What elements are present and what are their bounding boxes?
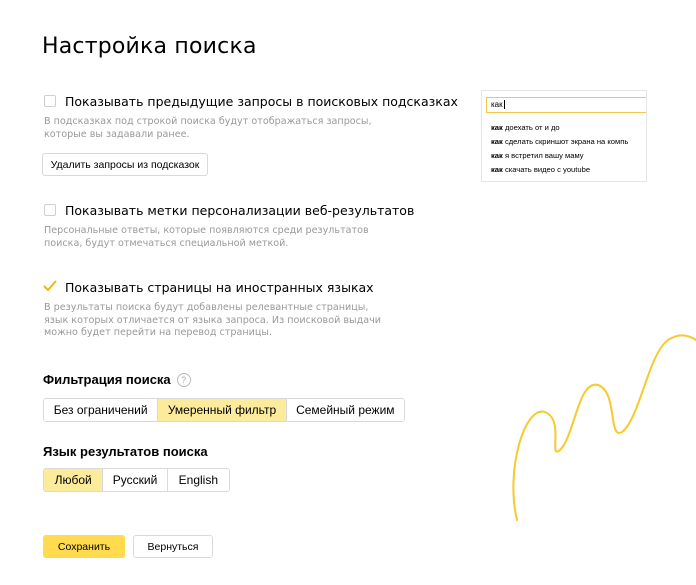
back-button[interactable]: Вернуться xyxy=(133,535,213,558)
preview-suggestion: как сделать скриншот экрана на компь xyxy=(491,137,629,146)
language-segmented-control: Любой Русский English xyxy=(43,468,230,492)
personalization-labels-checkbox[interactable] xyxy=(44,204,56,216)
checkmark-icon xyxy=(43,280,57,291)
filter-segmented-control: Без ограничений Умеренный фильтр Семейны… xyxy=(43,398,405,422)
save-button[interactable]: Сохранить xyxy=(43,535,125,558)
preview-suggestion: как доехать от и до xyxy=(491,123,560,132)
language-section-title: Язык результатов поиска xyxy=(43,444,208,459)
filter-section-title: Фильтрация поиска? xyxy=(43,372,191,387)
option-personalization-labels: Показывать метки персонализации веб-резу… xyxy=(44,202,414,250)
page-title: Настройка поиска xyxy=(42,34,257,59)
language-option-english[interactable]: English xyxy=(167,469,229,491)
filter-option-family[interactable]: Семейный режим xyxy=(286,399,404,421)
language-option-any[interactable]: Любой xyxy=(44,469,104,491)
previous-queries-label[interactable]: Показывать предыдущие запросы в поисковы… xyxy=(65,94,458,109)
filter-option-no-limits[interactable]: Без ограничений xyxy=(44,399,159,421)
delete-history-button[interactable]: Удалить запросы из подсказок xyxy=(42,153,208,176)
previous-queries-checkbox[interactable] xyxy=(44,95,56,107)
foreign-languages-label[interactable]: Показывать страницы на иностранных языка… xyxy=(65,280,374,295)
preview-query: как xyxy=(491,100,503,109)
filter-title: Фильтрация поиска xyxy=(43,372,171,387)
personalization-labels-description: Персональные ответы, которые появляются … xyxy=(44,225,369,249)
preview-suggestion: как скачать видео с youtube xyxy=(491,165,591,174)
preview-search-input: как xyxy=(486,97,646,113)
previous-queries-description: В подсказках под строкой поиска будут от… xyxy=(44,116,372,140)
option-previous-queries: Показывать предыдущие запросы в поисковы… xyxy=(44,93,458,141)
preview-suggestion: как я встретил вашу маму xyxy=(491,151,584,160)
foreign-languages-checkbox[interactable] xyxy=(43,280,57,293)
language-option-russian[interactable]: Русский xyxy=(103,469,168,491)
suggestions-preview: как как доехать от и до как сделать скри… xyxy=(481,90,647,182)
option-foreign-languages: Показывать страницы на иностранных языка… xyxy=(43,279,389,340)
question-circle-icon[interactable]: ? xyxy=(176,373,191,387)
foreign-languages-description: В результаты поиска будут добавлены реле… xyxy=(44,302,382,338)
personalization-labels-label[interactable]: Показывать метки персонализации веб-резу… xyxy=(65,203,414,218)
filter-option-moderate[interactable]: Умеренный фильтр xyxy=(158,399,287,421)
